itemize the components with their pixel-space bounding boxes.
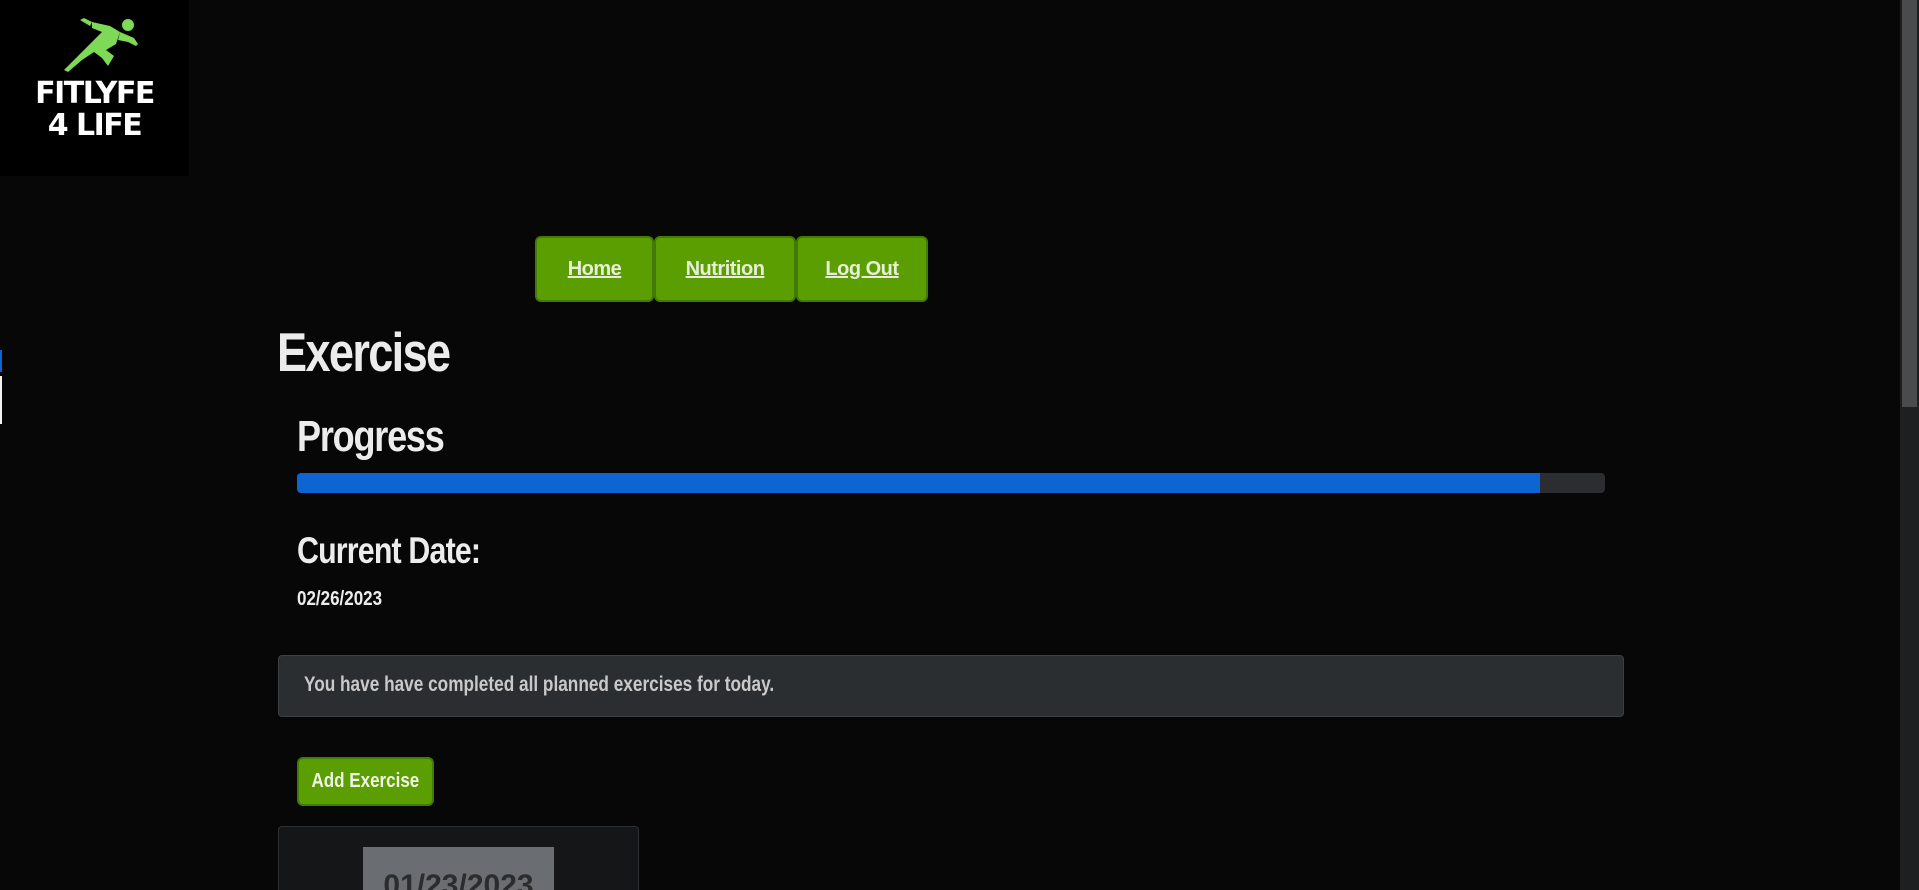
exercise-card: 01/23/2023 [278,826,639,890]
brand-name: FITLYFE 4 LIFE [0,78,189,142]
add-exercise-label: Add Exercise [311,770,420,792]
scrollbar-thumb[interactable] [1902,0,1917,407]
completion-alert: You have have completed all planned exer… [278,655,1624,717]
current-date-value: 02/26/2023 [297,588,383,610]
main-nav: Home Nutrition Log Out [535,236,928,302]
progress-bar [297,473,1605,493]
add-exercise-button[interactable]: Add Exercise [297,757,434,806]
logo[interactable]: FITLYFE 4 LIFE [0,0,189,176]
exercise-card-date: 01/23/2023 [363,847,554,890]
nav-home-button[interactable]: Home [535,236,654,302]
progress-bar-fill [297,473,1540,493]
nav-nutrition-button[interactable]: Nutrition [654,236,796,302]
running-man-icon [64,18,138,72]
current-date-label: Current Date: [297,530,481,571]
nav-logout-button[interactable]: Log Out [796,236,928,302]
brand-name-line1: FITLYFE [35,76,155,111]
edge-indicator-light [0,376,2,424]
progress-heading: Progress [297,412,445,461]
brand-name-line2: 4 LIFE [47,108,143,143]
exercise-card-date-text: 01/23/2023 [383,869,534,890]
edge-indicator [0,350,2,372]
alert-message: You have have completed all planned exer… [304,673,775,696]
page-title: Exercise [277,321,451,383]
page: FITLYFE 4 LIFE Home Nutrition Log Out Ex… [0,0,1919,890]
